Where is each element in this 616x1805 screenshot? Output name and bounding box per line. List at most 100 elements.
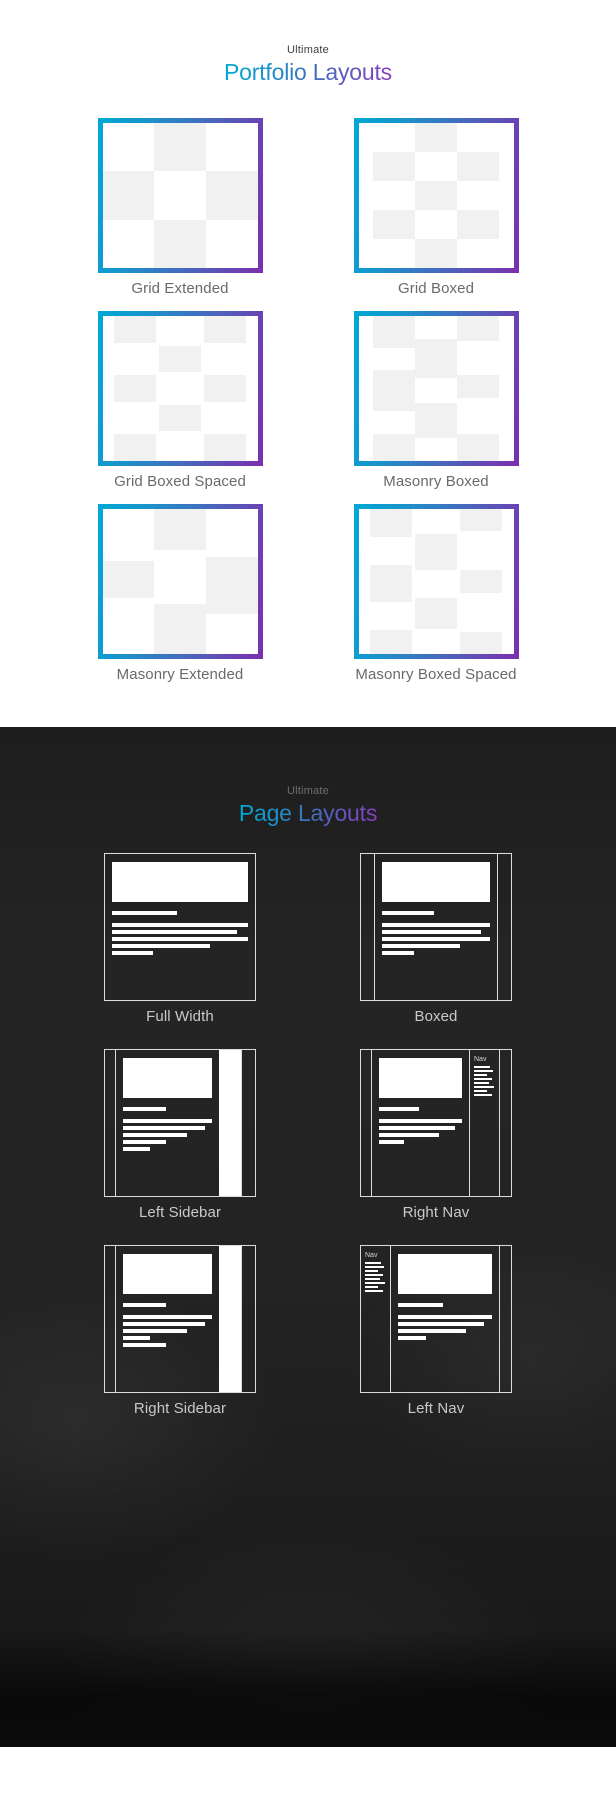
page-card-full-width[interactable]: Full Width bbox=[52, 853, 308, 1025]
left-gutter bbox=[361, 854, 375, 1000]
nav-line bbox=[365, 1286, 378, 1288]
page-card-right-nav[interactable]: Nav Right Nav bbox=[308, 1049, 564, 1221]
nav-line bbox=[365, 1266, 385, 1268]
text-line bbox=[123, 1147, 150, 1151]
nav-line bbox=[474, 1066, 490, 1068]
text-line bbox=[112, 923, 248, 927]
text-line bbox=[123, 1107, 166, 1111]
text-line bbox=[398, 1336, 427, 1340]
text-line bbox=[123, 1336, 150, 1340]
portfolio-title: Portfolio Layouts bbox=[224, 59, 392, 85]
wireframe-right-nav: Nav bbox=[360, 1049, 512, 1197]
text-line bbox=[379, 1126, 456, 1130]
text-line bbox=[382, 944, 460, 948]
bottom-spacer bbox=[0, 1441, 616, 1527]
nav-line bbox=[474, 1074, 488, 1076]
page-card-left-nav[interactable]: Nav Left Nav bbox=[308, 1245, 564, 1417]
page-card-label: Full Width bbox=[146, 1008, 214, 1025]
portfolio-card-grid-boxed[interactable]: Grid Boxed bbox=[308, 118, 564, 297]
nav-line bbox=[474, 1078, 493, 1080]
portfolio-card-label: Masonry Extended bbox=[116, 666, 244, 683]
hero-block bbox=[398, 1254, 492, 1294]
page-layouts-title: Page Layouts bbox=[238, 800, 378, 826]
nav-line bbox=[474, 1082, 489, 1084]
page-card-label: Left Sidebar bbox=[138, 1204, 222, 1221]
portfolio-card-label: Grid Boxed bbox=[397, 280, 475, 297]
portfolio-card-label: Masonry Boxed bbox=[383, 473, 489, 490]
portfolio-card-label: Grid Extended bbox=[131, 280, 229, 297]
portfolio-card-masonry-boxed[interactable]: Masonry Boxed bbox=[308, 311, 564, 490]
text-line bbox=[112, 944, 210, 948]
nav-label: Nav bbox=[474, 1056, 487, 1063]
page-layouts-heading: Ultimate Page Layouts bbox=[0, 785, 616, 827]
text-line bbox=[112, 937, 248, 941]
nav-line bbox=[365, 1274, 384, 1276]
page-layouts-section: Ultimate Page Layouts Full Width Boxed L… bbox=[0, 727, 616, 1747]
page-card-left-sidebar[interactable]: Left Sidebar bbox=[52, 1049, 308, 1221]
hero-block bbox=[123, 1254, 212, 1294]
portfolio-card-label: Masonry Boxed Spaced bbox=[355, 666, 517, 683]
nav-line bbox=[365, 1278, 380, 1280]
nav-column: Nav bbox=[469, 1050, 499, 1196]
text-line bbox=[123, 1133, 188, 1137]
wireframe-full-width bbox=[104, 853, 256, 1001]
text-line bbox=[379, 1119, 462, 1123]
text-line bbox=[398, 1303, 444, 1307]
hero-block bbox=[123, 1058, 212, 1098]
left-gutter bbox=[105, 1246, 116, 1392]
portfolio-layouts-section: Ultimate Portfolio Layouts Grid Extended bbox=[0, 0, 616, 727]
nav-line bbox=[365, 1262, 381, 1264]
text-line bbox=[123, 1329, 188, 1333]
right-gutter bbox=[499, 1246, 511, 1392]
left-gutter bbox=[105, 1050, 116, 1196]
portfolio-card-grid: Grid Extended Grid Boxed Grid Boxed Spac… bbox=[0, 118, 616, 697]
text-line bbox=[112, 911, 178, 915]
nav-line bbox=[474, 1070, 494, 1072]
thumbnail-masonry-boxed bbox=[353, 311, 519, 466]
sidebar-block bbox=[219, 1050, 241, 1196]
hero-block bbox=[112, 862, 248, 902]
sidebar-block bbox=[219, 1246, 241, 1392]
thumbnail-grid-boxed bbox=[353, 118, 519, 273]
portfolio-card-masonry-extended[interactable]: Masonry Extended bbox=[52, 504, 308, 683]
text-line bbox=[123, 1126, 205, 1130]
portfolio-eyebrow: Ultimate bbox=[287, 44, 329, 56]
page-layouts-eyebrow: Ultimate bbox=[287, 785, 329, 797]
page-layout-card-grid: Full Width Boxed Left Sidebar Nav Right … bbox=[0, 853, 616, 1441]
text-line bbox=[382, 911, 434, 915]
hero-block bbox=[379, 1058, 462, 1098]
hero-block bbox=[382, 862, 490, 902]
portfolio-card-grid-extended[interactable]: Grid Extended bbox=[52, 118, 308, 297]
page-card-label: Right Sidebar bbox=[133, 1400, 227, 1417]
page-card-right-sidebar[interactable]: Right Sidebar bbox=[52, 1245, 308, 1417]
text-line bbox=[123, 1119, 212, 1123]
page-card-label: Boxed bbox=[414, 1008, 458, 1025]
text-line bbox=[382, 923, 490, 927]
portfolio-card-masonry-boxed-spaced[interactable]: Masonry Boxed Spaced bbox=[308, 504, 564, 683]
wireframe-left-sidebar bbox=[104, 1049, 256, 1197]
text-line bbox=[123, 1140, 166, 1144]
wireframe-right-sidebar bbox=[104, 1245, 256, 1393]
thumbnail-grid-boxed-spaced bbox=[97, 311, 263, 466]
nav-column: Nav bbox=[361, 1246, 391, 1392]
text-line bbox=[112, 951, 153, 955]
text-line bbox=[379, 1140, 404, 1144]
portfolio-card-label: Grid Boxed Spaced bbox=[114, 473, 246, 490]
text-line bbox=[379, 1107, 419, 1111]
wireframe-left-nav: Nav bbox=[360, 1245, 512, 1393]
wireframe-boxed bbox=[360, 853, 512, 1001]
nav-line bbox=[474, 1090, 487, 1092]
portfolio-card-grid-boxed-spaced[interactable]: Grid Boxed Spaced bbox=[52, 311, 308, 490]
left-gutter bbox=[361, 1050, 372, 1196]
nav-line bbox=[474, 1086, 495, 1088]
right-gutter bbox=[499, 1050, 511, 1196]
text-line bbox=[398, 1329, 466, 1333]
thumbnail-masonry-extended bbox=[97, 504, 263, 659]
page-card-boxed[interactable]: Boxed bbox=[308, 853, 564, 1025]
portfolio-heading: Ultimate Portfolio Layouts bbox=[0, 44, 616, 86]
text-line bbox=[398, 1315, 492, 1319]
nav-line bbox=[365, 1270, 379, 1272]
text-line bbox=[382, 930, 482, 934]
thumbnail-masonry-boxed-spaced bbox=[353, 504, 519, 659]
text-line bbox=[382, 937, 490, 941]
